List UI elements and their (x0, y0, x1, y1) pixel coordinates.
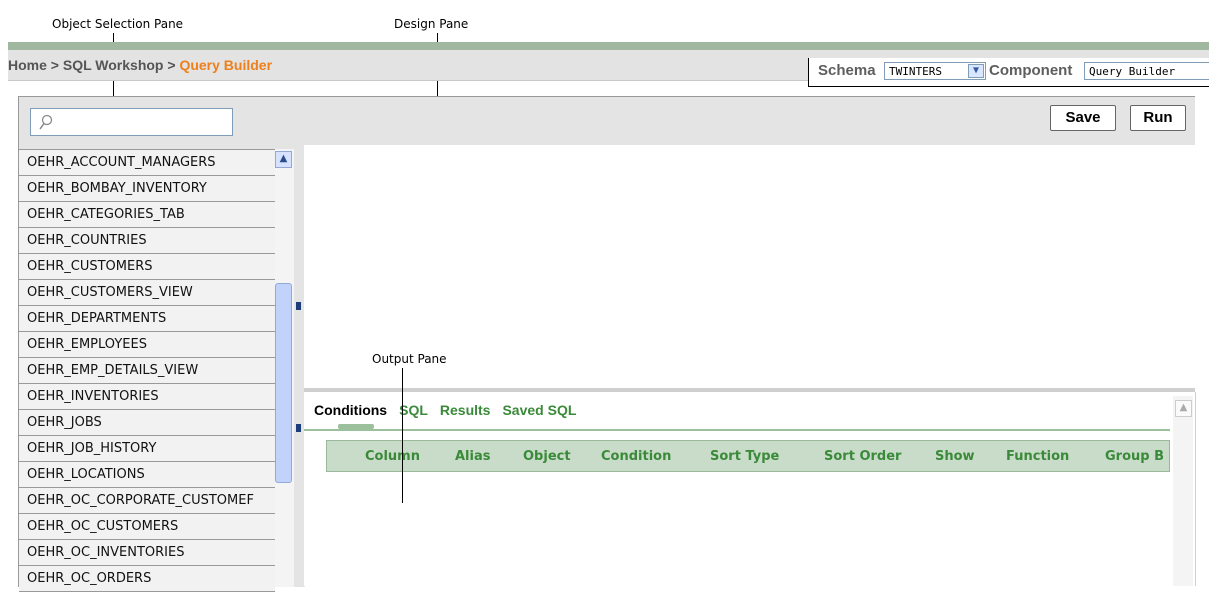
callout-output-pane: Output Pane (372, 352, 447, 366)
object-list-item[interactable]: OEHR_COUNTRIES (19, 228, 275, 254)
scrollbar-thumb[interactable] (275, 283, 292, 483)
column-header[interactable]: Alias (455, 449, 490, 464)
pane-splitter-handle[interactable] (296, 302, 302, 432)
scroll-up-icon[interactable]: ▲ (1175, 400, 1192, 417)
component-select[interactable]: Query Builder ▼ (1084, 62, 1209, 80)
object-list-item[interactable]: OEHR_CUSTOMERS (19, 254, 275, 280)
component-label: Component (989, 62, 1073, 79)
header-accent-bar (8, 42, 1209, 50)
search-icon (39, 114, 53, 130)
tab-underline (304, 429, 1170, 431)
column-header[interactable]: Sort Type (710, 449, 779, 464)
object-search-input[interactable] (30, 108, 233, 136)
object-list: OEHR_ACCOUNT_MANAGERS OEHR_BOMBAY_INVENTO… (19, 149, 275, 592)
column-header[interactable]: Condition (601, 449, 671, 464)
breadcrumb-current-page: Query Builder (179, 57, 273, 73)
object-list-item[interactable]: OEHR_JOB_HISTORY (19, 436, 275, 462)
column-header[interactable]: Object (523, 449, 571, 464)
tab-saved-sql[interactable]: Saved SQL (502, 402, 576, 418)
object-list-item[interactable]: OEHR_CUSTOMERS_VIEW (19, 280, 275, 306)
object-list-item[interactable]: OEHR_OC_CORPORATE_CUSTOMEF (19, 488, 275, 514)
design-toolbar: Save Run (304, 96, 1195, 147)
column-header[interactable]: Sort Order (824, 449, 901, 464)
schema-select[interactable]: TWINTERS ▼ (884, 62, 986, 80)
callout-object-selection-pane: Object Selection Pane (52, 17, 184, 31)
breadcrumb-separator: > (167, 57, 176, 73)
breadcrumb-sql-workshop-link[interactable]: SQL Workshop (63, 57, 164, 73)
leader-output (402, 368, 403, 503)
object-selection-pane: OEHR_ACCOUNT_MANAGERS OEHR_BOMBAY_INVENTO… (18, 96, 305, 592)
object-list-item[interactable]: OEHR_OC_CUSTOMERS (19, 514, 275, 540)
output-tabs: Conditions SQL Results Saved SQL (314, 402, 588, 418)
object-list-item[interactable]: OEHR_EMPLOYEES (19, 332, 275, 358)
object-list-item[interactable]: OEHR_DEPARTMENTS (19, 306, 275, 332)
breadcrumb: Home > SQL Workshop > Query Builder (8, 57, 272, 73)
component-select-value: Query Builder (1089, 65, 1176, 78)
object-list-item[interactable]: OEHR_ACCOUNT_MANAGERS (19, 150, 275, 176)
schema-label: Schema (818, 62, 876, 79)
run-button[interactable]: Run (1130, 105, 1186, 131)
column-header[interactable]: Show (935, 449, 975, 464)
object-list-item[interactable]: OEHR_CATEGORIES_TAB (19, 202, 275, 228)
callout-design-pane: Design Pane (394, 17, 469, 31)
column-header[interactable]: Function (1006, 449, 1069, 464)
object-list-item[interactable]: OEHR_OC_INVENTORIES (19, 540, 275, 566)
breadcrumb-home-link[interactable]: Home (8, 57, 47, 73)
tab-results[interactable]: Results (440, 402, 491, 418)
output-pane: Conditions SQL Results Saved SQL Column Alia… (304, 392, 1196, 586)
object-list-item[interactable]: OEHR_OC_ORDERS (19, 566, 275, 592)
object-list-item[interactable]: OEHR_BOMBAY_INVENTORY (19, 176, 275, 202)
object-list-item[interactable]: OEHR_INVENTORIES (19, 384, 275, 410)
column-header[interactable]: Column (365, 449, 420, 464)
output-scrollbar[interactable]: ▲ (1173, 396, 1193, 586)
scroll-up-icon[interactable]: ▲ (275, 151, 292, 168)
schema-component-toolbar: Schema TWINTERS ▼ Component Query Builde… (808, 58, 1209, 87)
tab-conditions[interactable]: Conditions (314, 402, 387, 418)
chevron-down-icon[interactable]: ▼ (968, 64, 984, 78)
object-list-item[interactable]: OEHR_LOCATIONS (19, 462, 275, 488)
object-list-scrollbar[interactable]: ▲ (275, 149, 294, 587)
conditions-grid-header: Column Alias Object Condition Sort Type Sort … (326, 440, 1170, 472)
tab-sql[interactable]: SQL (399, 402, 428, 418)
object-list-item[interactable]: OEHR_JOBS (19, 410, 275, 436)
column-header[interactable]: Group B (1105, 449, 1164, 464)
object-list-item[interactable]: OEHR_EMP_DETAILS_VIEW (19, 358, 275, 384)
save-button[interactable]: Save (1050, 105, 1116, 131)
schema-select-value: TWINTERS (889, 65, 942, 78)
breadcrumb-separator: > (50, 57, 59, 73)
